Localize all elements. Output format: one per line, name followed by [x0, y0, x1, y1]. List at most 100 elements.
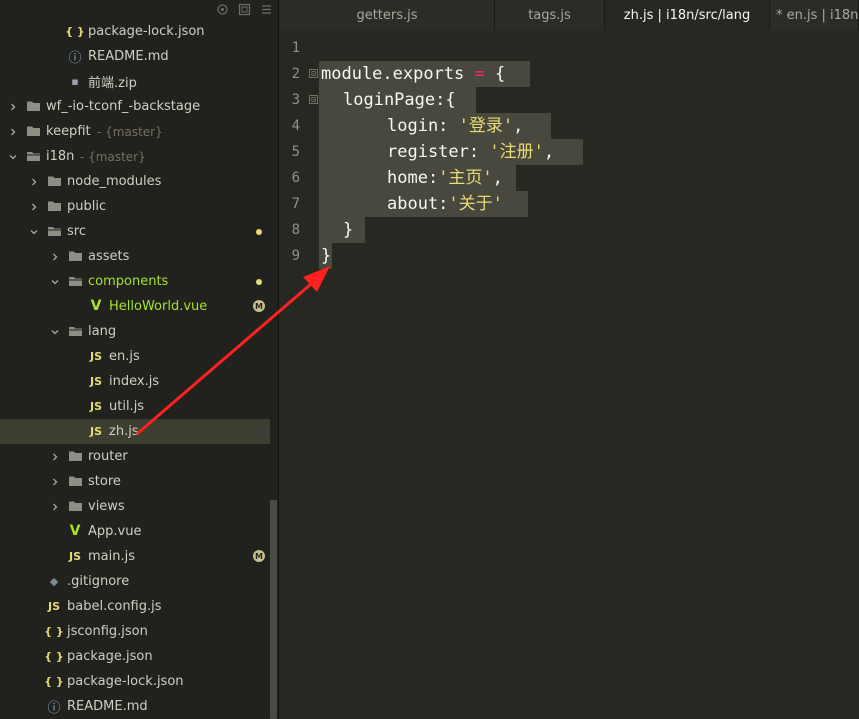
- tree-item[interactable]: JS en.js: [0, 344, 270, 369]
- code-line-9: }: [321, 246, 332, 266]
- info-icon: ⓘ: [47, 700, 61, 716]
- tree-item-label: lang: [88, 324, 117, 339]
- file-explorer-sidebar: { } package-lock.json ⓘ README.md ▪ 前端.zip wf_…: [0, 0, 279, 719]
- json-braces-icon: { }: [65, 24, 85, 38]
- tree-item[interactable]: { } package-lock.json: [0, 19, 270, 44]
- tree-item[interactable]: src: [0, 219, 270, 244]
- gitignore-icon: ◆: [49, 574, 59, 588]
- tree-item-label: README.md: [67, 699, 148, 714]
- tree-item-label: public: [67, 199, 107, 214]
- line-number: 4: [291, 118, 300, 134]
- tree-item[interactable]: JS util.js: [0, 394, 270, 419]
- chevron-right-icon[interactable]: [50, 451, 60, 463]
- tree-item[interactable]: wf_-io-tconf_-backstage: [0, 94, 270, 119]
- tree-item[interactable]: components: [0, 269, 270, 294]
- js-icon: JS: [89, 424, 102, 438]
- chevron-right-icon[interactable]: [50, 501, 60, 513]
- tree-item-label: babel.config.js: [67, 599, 162, 614]
- json-braces-icon: { }: [44, 674, 64, 688]
- tree-item[interactable]: JS babel.config.js: [0, 594, 270, 619]
- tree-item[interactable]: { } jsconfig.json: [0, 619, 270, 644]
- tree-item-label: components: [88, 274, 169, 289]
- tree-item[interactable]: ▪ 前端.zip: [0, 69, 270, 94]
- fold-marker-icon[interactable]: ⊟: [309, 69, 318, 78]
- tree-item[interactable]: assets: [0, 244, 270, 269]
- tree-item-label: views: [88, 499, 125, 514]
- folder-open-icon: [25, 148, 41, 164]
- fold-marker-icon[interactable]: ⊟: [309, 95, 318, 104]
- chevron-right-icon[interactable]: [8, 126, 18, 138]
- modified-dot-icon: [256, 279, 262, 285]
- code-line-8: }: [343, 220, 354, 240]
- chevron-right-icon[interactable]: [50, 476, 60, 488]
- tree-item[interactable]: JS index.js: [0, 369, 270, 394]
- folder-icon: [25, 98, 41, 114]
- tab-zh-js[interactable]: zh.js | i18n/src/lang: [605, 0, 770, 30]
- tree-item[interactable]: i18n - {master}: [0, 144, 270, 169]
- line-number: 5: [291, 144, 300, 160]
- menu-icon[interactable]: [259, 2, 273, 16]
- chevron-down-icon[interactable]: [8, 151, 18, 163]
- tree-item[interactable]: ◆ .gitignore: [0, 569, 270, 594]
- tree-item[interactable]: lang: [0, 319, 270, 344]
- chevron-right-icon[interactable]: [29, 176, 39, 188]
- tree-item[interactable]: public: [0, 194, 270, 219]
- tree-item-label: router: [88, 449, 128, 464]
- tree-item[interactable]: ⓘ README.md: [0, 694, 270, 719]
- chevron-down-icon[interactable]: [50, 276, 60, 288]
- tree-item-label: .gitignore: [67, 574, 130, 589]
- tree-item-label: jsconfig.json: [67, 624, 148, 639]
- tree-item[interactable]: { } package-lock.json: [0, 669, 270, 694]
- code-editor[interactable]: 1 2 3 4 5 6 7 8 9 ⊟ ⊟ module.exports = {…: [280, 30, 859, 719]
- tree-item-label: node_modules: [67, 174, 162, 189]
- tree-item[interactable]: V HelloWorld.vue M: [0, 294, 270, 319]
- js-icon: JS: [47, 599, 60, 613]
- js-icon: JS: [89, 349, 102, 363]
- code-line-6: home:'主页',: [387, 168, 503, 188]
- json-braces-icon: { }: [44, 649, 64, 663]
- folder-icon: [67, 473, 83, 489]
- tree-item[interactable]: V App.vue: [0, 519, 270, 544]
- tree-item[interactable]: node_modules: [0, 169, 270, 194]
- tree-item-label: store: [88, 474, 121, 489]
- indent-guide: [365, 113, 366, 217]
- folder-icon: [25, 123, 41, 139]
- tree-item[interactable]: ⓘ README.md: [0, 44, 270, 69]
- info-icon: ⓘ: [68, 50, 82, 66]
- line-number: 1: [291, 40, 300, 56]
- tree-item[interactable]: keepfit - {master}: [0, 119, 270, 144]
- locate-file-icon[interactable]: [215, 2, 229, 16]
- git-branch-label: - {master}: [80, 149, 146, 164]
- tree-item[interactable]: { } package.json: [0, 644, 270, 669]
- chevron-right-icon[interactable]: [50, 251, 60, 263]
- json-braces-icon: { }: [44, 624, 64, 638]
- tree-item-label: HelloWorld.vue: [109, 299, 208, 314]
- tree-item-label: README.md: [88, 49, 169, 64]
- js-icon: JS: [68, 549, 81, 563]
- tree-item-label: keepfit: [46, 124, 91, 139]
- tree-item[interactable]: views: [0, 494, 270, 519]
- tree-item[interactable]: JS main.js M: [0, 544, 270, 569]
- tree-item-label: en.js: [109, 349, 140, 364]
- tree-item[interactable]: store: [0, 469, 270, 494]
- tree-item-label: i18n: [46, 149, 75, 164]
- tab-en-js[interactable]: * en.js | i18n/src/la: [770, 0, 859, 30]
- collapse-all-icon[interactable]: [237, 2, 251, 16]
- sidebar-scrollbar[interactable]: [270, 500, 277, 719]
- tab-getters-js[interactable]: getters.js: [280, 0, 495, 30]
- chevron-right-icon[interactable]: [29, 201, 39, 213]
- sidebar-toolbar: [215, 0, 273, 18]
- vue-icon: V: [90, 298, 102, 314]
- chevron-right-icon[interactable]: [8, 101, 18, 113]
- tree-item[interactable]: router: [0, 444, 270, 469]
- chevron-down-icon[interactable]: [29, 226, 39, 238]
- code-line-4: login: '登录',: [387, 116, 524, 136]
- tab-tags-js[interactable]: tags.js: [495, 0, 605, 30]
- zip-file-icon: ▪: [71, 74, 79, 88]
- code-line-5: register: '注册',: [387, 142, 555, 162]
- tree-item[interactable]: JS zh.js: [0, 419, 270, 444]
- chevron-down-icon[interactable]: [50, 326, 60, 338]
- modified-dot-icon: [256, 229, 262, 235]
- folder-icon: [67, 498, 83, 514]
- indent-guide: [342, 113, 343, 217]
